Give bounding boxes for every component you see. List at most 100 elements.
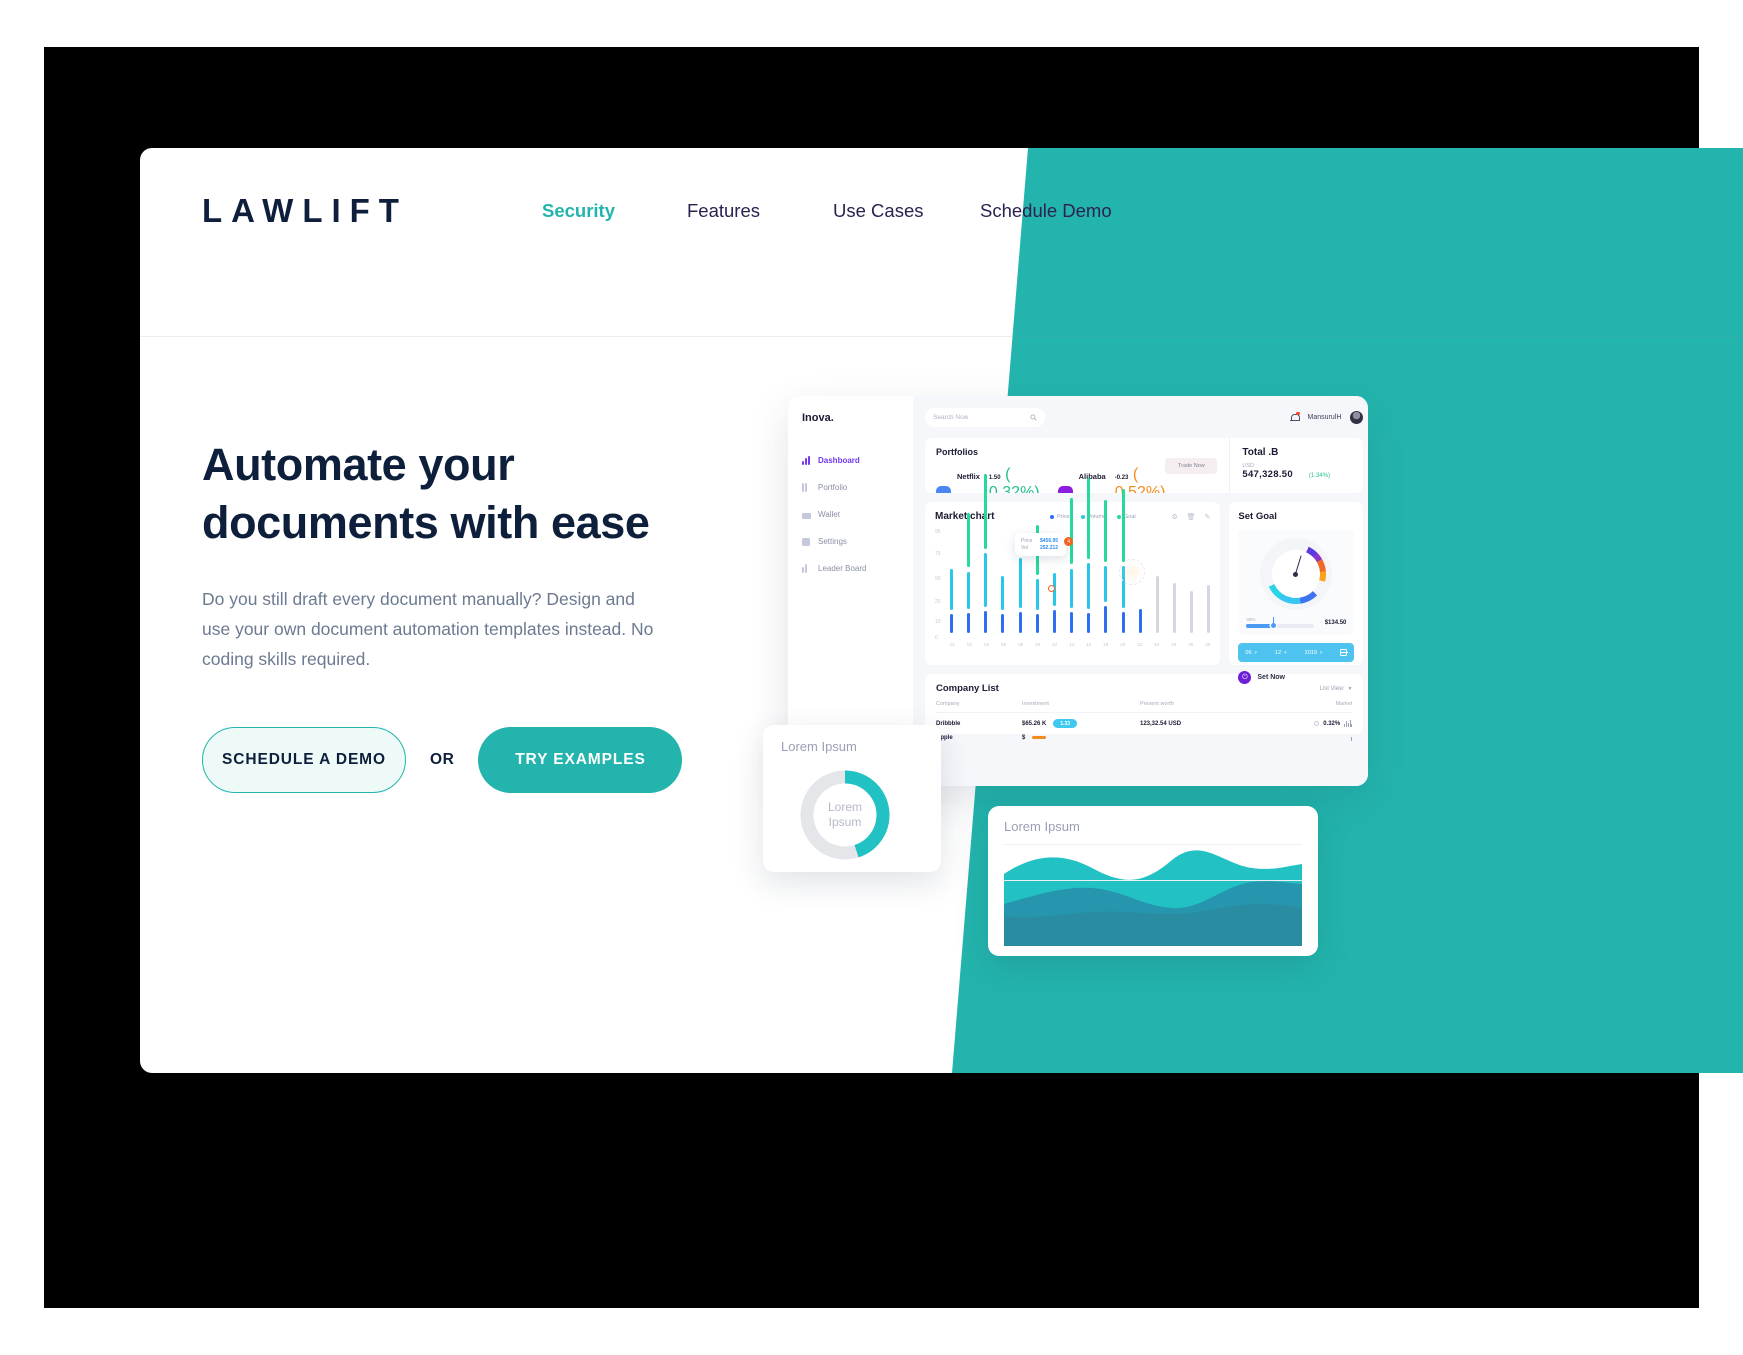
site-header: LAWLIFT Security Features Use Cases Sche… bbox=[140, 148, 1743, 288]
tooltip-badge: 4 bbox=[1064, 537, 1074, 546]
grid-line bbox=[1004, 844, 1302, 845]
bar-segment bbox=[1104, 605, 1108, 633]
portfolios-card: Portfolios Netflix Total : 09.3m bbox=[925, 438, 1364, 493]
date-year[interactable]: 2019 ▾ bbox=[1305, 650, 1323, 656]
table-row[interactable]: Dribbble $65.26 K 1.33 123,32.54 USD 0.3… bbox=[936, 713, 1353, 728]
gauge-inner bbox=[1272, 550, 1321, 598]
cell-market: 0.32% bbox=[1260, 720, 1353, 727]
netflix-logo-icon bbox=[936, 485, 951, 493]
donut-center-line-2: Ipsum bbox=[828, 815, 862, 829]
bar-segment bbox=[1070, 612, 1074, 633]
legend-label: Volume bbox=[1087, 513, 1107, 520]
trash-icon[interactable]: 🗑 bbox=[1187, 513, 1196, 521]
search-input[interactable]: Search Now bbox=[925, 408, 1045, 427]
sidebar-item-label: Leader Board bbox=[818, 564, 867, 573]
area-card-title: Lorem Ipsum bbox=[1004, 819, 1080, 834]
table-row[interactable]: Apple $ bbox=[936, 728, 1353, 741]
bar-segment bbox=[1018, 612, 1022, 633]
x-tick-label: 04 bbox=[984, 642, 990, 647]
tooltip-vol-value: 252.212 bbox=[1040, 545, 1059, 551]
schedule-demo-button[interactable]: SCHEDULE A DEMO bbox=[202, 727, 406, 794]
sidebar-item-dashboard[interactable]: Dashboard bbox=[802, 456, 913, 465]
sidebar-item-label: Settings bbox=[818, 537, 847, 546]
try-examples-button[interactable]: TRY EXAMPLES bbox=[478, 727, 683, 794]
x-tick-label: 16 bbox=[1086, 642, 1092, 647]
portfolio-item-alibaba[interactable]: Alibaba Total : 15.8m -0.23 ( 0.52%) bbox=[1057, 466, 1165, 493]
main-nav: Security Features Use Cases Schedule Dem… bbox=[542, 200, 1120, 222]
bar-segment bbox=[984, 552, 988, 607]
bar-column bbox=[1207, 529, 1211, 633]
page-title: Automate your documents with ease bbox=[202, 436, 722, 551]
legend-swatch bbox=[1050, 514, 1055, 519]
area-chart-card: Lorem Ipsum bbox=[988, 806, 1318, 956]
investment-pill bbox=[1032, 736, 1047, 739]
cell-company: Apple bbox=[936, 734, 953, 741]
portfolio-item-netflix[interactable]: Netflix Total : 09.3m 1.50 ( 0.32%) bbox=[936, 466, 1040, 493]
nav-link-security[interactable]: Security bbox=[542, 200, 687, 222]
goal-slider[interactable]: 40% bbox=[1246, 616, 1315, 628]
set-now-button[interactable]: ⏻ Set Now bbox=[1238, 671, 1354, 684]
date-month[interactable]: 12 ▾ bbox=[1275, 650, 1287, 656]
avatar[interactable] bbox=[1350, 411, 1364, 424]
x-tick-label: 06 bbox=[1001, 642, 1007, 647]
total-balance-title: Total .B bbox=[1242, 447, 1279, 458]
alibaba-logo-icon bbox=[1057, 485, 1073, 493]
table-header-row: Company Investment Present worth Market bbox=[936, 701, 1353, 713]
bar-column bbox=[984, 473, 988, 633]
bar-segment bbox=[1087, 613, 1091, 633]
grid-line bbox=[1004, 880, 1302, 881]
sidebar-item-wallet[interactable]: Wallet bbox=[802, 510, 913, 519]
trade-now-button[interactable]: Trade Now bbox=[1165, 457, 1218, 474]
calendar-icon[interactable] bbox=[1340, 649, 1349, 656]
date-day[interactable]: 06 ▾ bbox=[1245, 650, 1257, 656]
portfolio-change: -0.23 bbox=[1114, 475, 1129, 481]
nav-link-use-cases[interactable]: Use Cases bbox=[833, 200, 980, 222]
company-table: Company Investment Present worth Market … bbox=[936, 701, 1353, 741]
column-header-investment: Investment bbox=[1022, 701, 1049, 707]
edit-icon[interactable]: ✎ bbox=[1205, 513, 1211, 521]
nav-link-schedule-demo[interactable]: Schedule Demo bbox=[980, 200, 1120, 222]
bar-column bbox=[1104, 499, 1108, 633]
bar-segment bbox=[1155, 575, 1159, 633]
date-month-value: 12 bbox=[1275, 649, 1282, 656]
bar-segment bbox=[1207, 585, 1211, 633]
bar-segment bbox=[1070, 568, 1074, 609]
market-chart-card: Market chart Price Volume Goal ⚙ 🗑 ✎ 95 … bbox=[925, 473, 1221, 665]
total-balance-pct: (1.34%) bbox=[1308, 473, 1330, 479]
bar-segment bbox=[1035, 614, 1039, 633]
area-chart-svg bbox=[1004, 850, 1302, 946]
bar-column bbox=[1087, 478, 1091, 633]
chevron-down-icon: ▾ bbox=[1254, 649, 1258, 656]
hero-title-line-2: documents with ease bbox=[202, 496, 650, 548]
tooltip-vol-row: Vol 252.212 bbox=[1021, 545, 1058, 551]
x-tick-label: 22 bbox=[1137, 642, 1143, 647]
gear-icon[interactable]: ⚙ bbox=[1171, 513, 1177, 521]
list-view-dropdown[interactable]: List View ▼ bbox=[1320, 686, 1353, 692]
nav-link-features[interactable]: Features bbox=[687, 200, 833, 222]
legend-label: Goal bbox=[1124, 513, 1136, 520]
donut-chart: Lorem Ipsum bbox=[795, 765, 895, 865]
company-list-title: Company List bbox=[936, 683, 999, 694]
goal-slider-knob[interactable] bbox=[1271, 616, 1277, 628]
portfolio-change: 1.50 bbox=[988, 475, 1001, 481]
portfolio-name: Alibaba bbox=[1078, 472, 1106, 481]
gauge-hub bbox=[1293, 572, 1299, 577]
sidebar-item-leader-board[interactable]: Leader Board bbox=[802, 564, 913, 573]
donut-card-title: Lorem Ipsum bbox=[781, 739, 857, 754]
y-tick-label: 95 bbox=[935, 529, 941, 535]
goal-date-field[interactable]: 06 ▾ 12 ▾ 2019 ▾ bbox=[1238, 643, 1355, 662]
bar-segment bbox=[1087, 563, 1091, 610]
bar-segment bbox=[1052, 610, 1056, 633]
notification-bell-icon[interactable] bbox=[1289, 411, 1300, 423]
legend-swatch bbox=[1080, 514, 1085, 519]
column-header-present-worth: Present worth bbox=[1140, 701, 1174, 707]
market-chart-x-axis: 01 02 04 06 08 10 12 14 16 18 20 22 24 26 28 30 bbox=[950, 642, 1210, 647]
sidebar-item-settings[interactable]: Settings bbox=[802, 537, 913, 546]
portfolio-rows: Netflix Total : 09.3m 1.50 ( 0.32%) bbox=[936, 466, 1165, 493]
sidebar-item-portfolio[interactable]: Portfolio bbox=[802, 483, 913, 492]
hero-subtitle: Do you still draft every document manual… bbox=[202, 589, 654, 670]
tooltip-price-row: Price $456.95 bbox=[1021, 538, 1058, 544]
bar-segment bbox=[967, 571, 971, 610]
dashboard-topbar: Search Now MansurulH bbox=[925, 408, 1364, 427]
bar-column bbox=[1155, 529, 1159, 633]
